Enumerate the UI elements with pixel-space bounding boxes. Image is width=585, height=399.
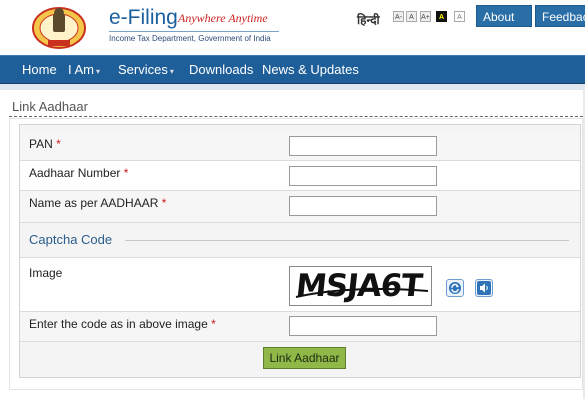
nav-news-label: News & Updates (262, 62, 359, 77)
nav-services-label: Services (118, 62, 168, 77)
captcha-heading-rule (125, 240, 569, 241)
pan-input[interactable] (289, 136, 437, 156)
required-marker: * (56, 137, 61, 151)
main-nav: Home I Am ▾ Services ▾ Downloads News & Up… (0, 55, 585, 84)
brand-tagline: Anywhere Anytime (178, 11, 268, 25)
speaker-icon (477, 281, 491, 295)
captcha-code-label: Enter the code as in above image * (29, 317, 216, 331)
refresh-icon (449, 282, 461, 294)
chevron-down-icon: ▾ (96, 67, 101, 76)
nav-news-updates[interactable]: News & Updates (262, 62, 359, 77)
font-size-decrease[interactable]: A- (393, 11, 404, 22)
contrast-light[interactable]: A (454, 11, 465, 22)
nav-i-am[interactable]: I Am ▾ (68, 62, 100, 77)
required-marker: * (211, 317, 216, 331)
nav-downloads[interactable]: Downloads (189, 62, 253, 77)
audio-captcha-button[interactable] (475, 279, 493, 297)
about-us-button[interactable]: About Us (476, 5, 532, 46)
emblem-logo (32, 7, 86, 49)
required-marker: * (161, 196, 167, 210)
nav-services[interactable]: Services ▾ (118, 62, 174, 77)
name-input[interactable] (289, 196, 437, 216)
link-aadhaar-button[interactable]: Link Aadhaar (263, 347, 346, 369)
brand-subtitle: Income Tax Department, Government of Ind… (109, 34, 271, 43)
captcha-heading: Captcha Code (29, 232, 113, 247)
nav-divider (0, 84, 585, 90)
pan-label: PAN * (29, 137, 61, 151)
name-row: Name as per AADHAAR * (20, 191, 580, 223)
captcha-image-label: Image (29, 266, 63, 280)
captcha-noise (295, 288, 429, 298)
font-size-normal[interactable]: A (406, 11, 417, 22)
chevron-down-icon: ▾ (169, 67, 174, 76)
name-label-text: Name as per AADHAAR (29, 196, 159, 210)
aadhaar-input[interactable] (289, 166, 437, 186)
contrast-dark[interactable]: A (436, 11, 447, 22)
font-size-increase[interactable]: A+ (420, 11, 431, 22)
brand-title: e-Filing (109, 6, 178, 29)
aadhaar-label-text: Aadhaar Number (29, 166, 121, 180)
brand-rule (109, 31, 279, 32)
pan-row: PAN * (20, 131, 580, 161)
nav-home[interactable]: Home (22, 62, 57, 77)
captcha-image: MSJA6T (289, 266, 432, 306)
name-label: Name as per AADHAAR * (29, 196, 166, 210)
nav-downloads-label: Downloads (189, 62, 254, 77)
page-title: Link Aadhaar (12, 99, 88, 114)
required-marker: * (123, 166, 129, 180)
captcha-code-row: Enter the code as in above image * (20, 312, 580, 342)
captcha-code-label-text: Enter the code as in above image (29, 317, 208, 331)
site-header: e-Filing Anywhere Anytime Income Tax Dep… (0, 0, 585, 55)
nav-i-am-label: I Am (68, 62, 95, 77)
aadhaar-label: Aadhaar Number * (29, 166, 128, 180)
captcha-code-input[interactable] (289, 316, 437, 336)
language-link[interactable]: हिन्दी (357, 11, 380, 28)
feedback-button[interactable]: Feedback (535, 5, 585, 27)
nav-home-label: Home (22, 62, 57, 77)
title-divider (9, 116, 583, 117)
pan-label-text: PAN (29, 137, 53, 151)
refresh-captcha-button[interactable] (446, 279, 464, 297)
aadhaar-row: Aadhaar Number * (20, 161, 580, 191)
